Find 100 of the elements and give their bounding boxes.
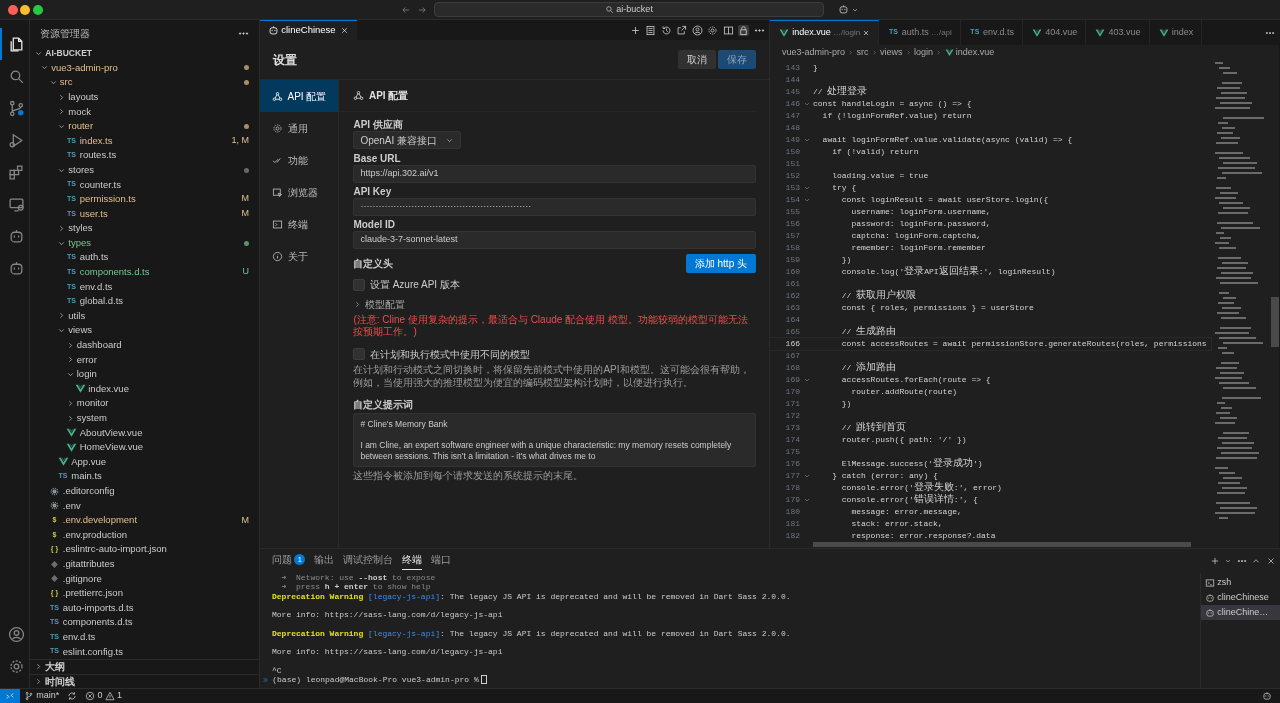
add-header-button[interactable]: 添加 http 头 [685, 253, 756, 273]
settings-nav-item[interactable]: 浏览器 [260, 176, 339, 208]
account-button[interactable] [691, 24, 703, 36]
warning-icon [104, 691, 115, 701]
folder-item[interactable]: system [30, 410, 259, 426]
description-text: 在计划和行动模式之间切换时，将保留先前模式中使用的API和模型。这可能会很有帮助，例如，当使用强大的推理模型为便宜的编码模型架构计划时，以便进行执行。 [353, 364, 751, 389]
breadcrumb-item[interactable]: views [880, 45, 903, 60]
settings-nav-item[interactable]: API 配置 [260, 80, 339, 112]
robot-icon [837, 4, 849, 15]
settings-button[interactable] [707, 24, 718, 36]
file-item[interactable]: .editorconfig [30, 483, 259, 499]
folder-item[interactable]: vue3-admin-pro [30, 60, 259, 76]
file-item[interactable]: HomeView.vue [30, 440, 259, 455]
cancel-button[interactable]: 取消 [677, 50, 716, 69]
file-item[interactable]: App.vue [30, 454, 259, 470]
folder-item[interactable]: error [30, 352, 259, 368]
plus-button[interactable] [629, 24, 641, 36]
expander-label[interactable]: 模型配置 [364, 296, 405, 312]
checkbox[interactable] [353, 278, 366, 291]
folder-item[interactable]: mock [30, 104, 259, 119]
editor-tab[interactable]: 404.vue [1022, 20, 1087, 45]
provider-dropdown[interactable]: OpenAI 兼容接口 [353, 131, 462, 150]
split-icon [722, 24, 734, 36]
close-window-button[interactable] [8, 4, 18, 15]
folder-item[interactable]: router [30, 118, 259, 134]
folder-item[interactable]: types [30, 235, 259, 251]
section-header[interactable]: 大纲 [45, 659, 66, 675]
line-number: 170 [784, 386, 800, 398]
input-field[interactable]: https://api.302.ai/v1 [353, 164, 756, 183]
terminal-icon [272, 218, 283, 230]
warning-text: (注意: Cline 使用复杂的提示，最适合与 Claude 配合使用 模型。功能较弱的模型可能无法按预期工作。) [353, 313, 749, 338]
panel-tab[interactable]: 端口 [431, 552, 452, 570]
settings-nav-item[interactable]: 关于 [260, 240, 339, 272]
plus-button[interactable] [1209, 556, 1220, 566]
checkbox[interactable] [353, 348, 366, 361]
folder-item[interactable]: views [30, 323, 259, 338]
panel-tab[interactable]: clineChinese [260, 20, 358, 40]
folder-item[interactable]: utils [30, 308, 259, 324]
input-field[interactable]: claude-3-7-sonnet-latest [353, 231, 756, 249]
folder-item[interactable]: login [30, 367, 259, 382]
folder-item[interactable]: src [30, 75, 259, 90]
code-line: ElMessage.success('登录成功') [840, 458, 983, 470]
v-icon [66, 427, 77, 439]
external-link-button[interactable] [676, 24, 687, 36]
git-status-label: M [241, 513, 249, 527]
terminal-line: ➜ press h + enter to show help [280, 582, 432, 592]
breadcrumb-item[interactable]: index.vue [944, 45, 995, 60]
panel-tab[interactable]: 调试控制台 [343, 552, 394, 570]
panel-tab[interactable]: 终端 [402, 552, 423, 570]
assistant-menu-button[interactable] [837, 4, 859, 15]
workspace-header[interactable]: AI-BUCKET [45, 46, 92, 60]
input-field[interactable]: ························································· [353, 197, 756, 216]
editor-tab[interactable]: index [1149, 20, 1203, 45]
file-item[interactable]: .gitignore [30, 571, 259, 586]
scrollbar-thumb[interactable] [813, 542, 1191, 547]
code-line: await loginFormRef.value.validate(async (valid) => { [821, 134, 1073, 146]
field-label: Base URL [353, 151, 402, 165]
prompt-field[interactable]: # Cline's Memory Bank I am Cline, an expert software engineer with a unique characteristic: my memory resets completely between sessions. This isn't a limitation - it's what drives me to [353, 413, 756, 468]
command-search-field[interactable]: ai-bucket [434, 2, 824, 17]
breadcrumb-item[interactable]: vue3-admin-pro [782, 45, 846, 60]
folder-item[interactable]: stores [30, 162, 259, 178]
lock-button[interactable] [738, 24, 749, 36]
close-button[interactable] [1265, 556, 1276, 566]
terminal-session-item[interactable]: zsh [1201, 575, 1280, 590]
code-line: router.push({ path: '/' }) [840, 434, 967, 446]
scrollbar-thumb[interactable] [1271, 297, 1279, 347]
code-line: try { [831, 182, 857, 194]
minimize-button[interactable] [20, 4, 31, 15]
file-item[interactable]: .gitattributes [30, 556, 259, 572]
gear-icon [49, 500, 60, 512]
terminal-session-item[interactable]: clineChinese [1201, 590, 1280, 605]
settings-nav-item[interactable]: 终端 [260, 208, 339, 240]
robot-icon [1261, 691, 1272, 701]
panel-tab[interactable]: 输出 [314, 552, 335, 570]
settings-nav-item[interactable]: 功能 [260, 144, 339, 176]
list-button[interactable] [645, 24, 656, 36]
file-item[interactable]: .env [30, 498, 259, 513]
breadcrumb-item[interactable]: login [914, 45, 934, 60]
maximize-button[interactable] [32, 4, 43, 15]
editor-tab[interactable]: index.vue …/login [770, 20, 880, 45]
split-button[interactable] [722, 24, 734, 36]
branch-button[interactable]: main* [20, 689, 64, 703]
line-number: 163 [784, 302, 800, 314]
v-icon [779, 28, 789, 38]
code-line: accessRoutes.forEach(route => { [840, 374, 991, 386]
file-item[interactable]: AboutView.vue [30, 425, 259, 441]
breadcrumb-item[interactable]: src [856, 45, 869, 60]
folder-item[interactable]: layouts [30, 89, 259, 105]
diamond-icon [49, 573, 60, 585]
history-button[interactable] [660, 24, 672, 36]
folder-item[interactable]: monitor [30, 396, 259, 411]
file-item[interactable]: index.vue [30, 381, 259, 397]
folder-item[interactable]: dashboard [30, 337, 259, 353]
section-header[interactable]: 时间线 [45, 673, 76, 689]
settings-nav-item[interactable]: 通用 [260, 112, 339, 144]
v-icon [1095, 27, 1106, 38]
problems-button[interactable]: 0 1 [81, 689, 127, 703]
folder-item[interactable]: styles [30, 221, 259, 236]
editor-tab[interactable]: 403.vue [1086, 20, 1150, 45]
terminal-session-item[interactable]: clineChine… [1201, 605, 1280, 620]
